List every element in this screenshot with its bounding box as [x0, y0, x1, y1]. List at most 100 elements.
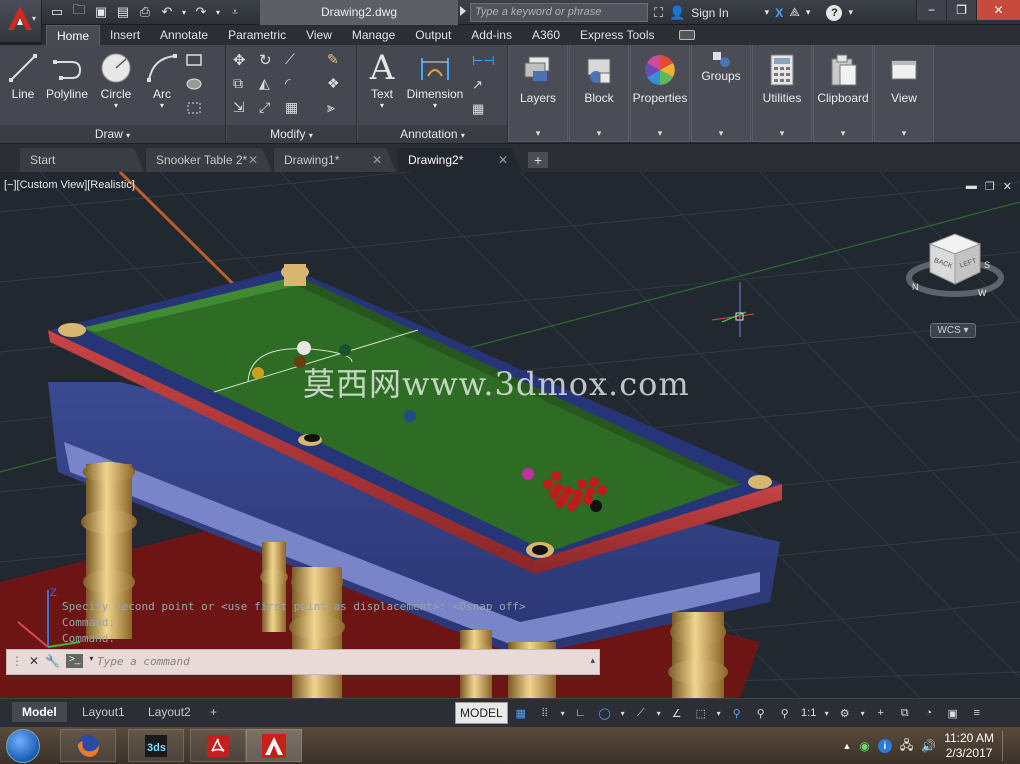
viewport-minimize-icon[interactable]: ▬	[966, 180, 977, 193]
fillet-icon[interactable]: ◜	[285, 75, 305, 93]
new-file-icon[interactable]: ▭	[48, 3, 66, 21]
sign-in-button[interactable]: Sign In	[691, 6, 728, 20]
file-tab-drawing2[interactable]: Drawing2* ✕	[398, 148, 522, 172]
object-snap-icon[interactable]: ⬚	[690, 702, 712, 724]
info-icon[interactable]: i	[877, 739, 892, 753]
text-tool[interactable]: A Text ▾	[362, 48, 402, 110]
array-icon[interactable]: ▦	[285, 99, 305, 117]
annotation-scale[interactable]: 1:1	[798, 702, 820, 724]
utilities-panel[interactable]: Utilities ▾	[752, 45, 812, 142]
minimize-button[interactable]: −	[916, 0, 946, 20]
object-snap-dropdown-icon[interactable]: ▾	[714, 702, 724, 724]
circle-tool[interactable]: Circle ▾	[96, 49, 136, 110]
command-close-icon[interactable]: ✕	[29, 654, 39, 668]
command-line[interactable]: ⋮ ✕ 🔧 >_ ▾ Type a command ▴	[6, 649, 600, 675]
tab-home[interactable]: Home	[46, 25, 101, 45]
close-tab-icon[interactable]: ✕	[372, 148, 382, 172]
help-icon[interactable]: ?	[826, 4, 843, 21]
customize-qat-icon[interactable]: ⩡	[226, 3, 244, 21]
open-folder-icon[interactable]: 🗀	[70, 2, 88, 21]
tab-view[interactable]: View	[296, 25, 342, 45]
draw-panel-title[interactable]: Draw	[95, 127, 123, 141]
layout-tab-model[interactable]: Model	[12, 702, 67, 722]
isolate-objects-icon[interactable]: ⧉	[894, 702, 916, 724]
tab-a360[interactable]: A360	[522, 25, 570, 45]
groups-panel[interactable]: Groups ▾	[691, 45, 751, 142]
network-icon[interactable]: 🖧	[900, 736, 913, 757]
new-layout-button[interactable]: +	[200, 702, 227, 722]
tray-show-hidden-icon[interactable]: ▲	[842, 741, 851, 751]
taskbar-acrobat[interactable]	[190, 729, 246, 762]
tab-annotate[interactable]: Annotate	[150, 25, 218, 45]
osnap-dropdown-icon[interactable]: ▾	[654, 702, 664, 724]
compass-n[interactable]: N	[912, 282, 919, 292]
windows-start-button[interactable]	[6, 729, 40, 763]
dimension-tool[interactable]: Dimension ▾	[404, 49, 466, 110]
application-menu-button[interactable]: ▾	[0, 0, 42, 42]
redo-icon[interactable]: ↷	[192, 3, 210, 21]
save-as-icon[interactable]: ▤	[114, 3, 132, 21]
boundary-icon[interactable]	[186, 101, 206, 119]
rotate-icon[interactable]: ↻	[259, 51, 279, 69]
modify-panel-dropdown-icon[interactable]: ▾	[309, 131, 313, 140]
redo-dropdown-icon[interactable]: ▾	[214, 3, 222, 21]
show-desktop-button[interactable]	[1002, 731, 1012, 761]
search-expand-icon[interactable]	[460, 6, 466, 16]
move-icon[interactable]: ✥	[233, 51, 253, 69]
add-icon[interactable]: +	[870, 702, 892, 724]
offset-icon[interactable]: ⫸	[327, 99, 347, 117]
draw-panel-dropdown-icon[interactable]: ▾	[126, 131, 130, 140]
help-dropdown-icon[interactable]: ▾	[848, 7, 853, 18]
annotation-panel-title[interactable]: Annotation	[400, 127, 457, 141]
undo-icon[interactable]: ↶	[158, 3, 176, 21]
linear-dim-icon[interactable]: ⊢⊣	[472, 53, 495, 71]
model-space-toggle[interactable]: MODEL	[455, 702, 508, 724]
tab-parametric[interactable]: Parametric	[218, 25, 296, 45]
search-binoculars-icon[interactable]: ⛶	[654, 5, 663, 21]
plot-icon[interactable]: ⎙	[136, 3, 154, 21]
leader-icon[interactable]: ↗	[472, 77, 492, 95]
trim-icon[interactable]: ⟋	[285, 51, 305, 69]
text-dropdown-icon[interactable]: ▾	[362, 101, 402, 110]
annotation-panel-dropdown-icon[interactable]: ▾	[461, 131, 465, 140]
annotation-scale-icon[interactable]: ⚲	[774, 702, 796, 724]
tab-manage[interactable]: Manage	[342, 25, 405, 45]
arc-tool[interactable]: Arc ▾	[142, 49, 182, 110]
tab-express-tools[interactable]: Express Tools	[570, 25, 664, 45]
command-customize-icon[interactable]: 🔧	[45, 654, 60, 668]
block-panel[interactable]: Block ▾	[569, 45, 629, 142]
system-clock[interactable]: 11:20 AM 2/3/2017	[944, 731, 994, 761]
wcs-menu[interactable]: WCS ▾	[930, 323, 976, 338]
circle-dropdown-icon[interactable]: ▾	[96, 101, 136, 110]
clipboard-panel[interactable]: Clipboard ▾	[813, 45, 873, 142]
workspace-dropdown-icon[interactable]: ▾	[858, 702, 868, 724]
copy-icon[interactable]: ⧉	[233, 75, 253, 93]
close-button[interactable]: ✕	[976, 0, 1020, 20]
exchange-apps-icon[interactable]: X	[775, 6, 783, 20]
hatch-icon[interactable]	[186, 77, 206, 95]
modify-panel-title[interactable]: Modify	[270, 127, 305, 141]
ribbon-minimize-icon[interactable]	[678, 30, 695, 40]
search-input[interactable]: Type a keyword or phrase	[470, 3, 648, 22]
scale-icon[interactable]: ⤢	[259, 99, 279, 117]
annotation-visibility-icon[interactable]: ⚲	[726, 702, 748, 724]
compass-w[interactable]: W	[978, 288, 987, 298]
user-icon[interactable]: 👤	[669, 5, 685, 21]
drawing-viewport[interactable]: Z BACK LEFT N W S [−][Custom View][Reali…	[0, 172, 1020, 698]
a360-dropdown-icon[interactable]: ▾	[806, 7, 811, 18]
file-tab-drawing1[interactable]: Drawing1* ✕	[274, 148, 396, 172]
mirror-icon[interactable]: ◭	[259, 75, 279, 93]
viewport-close-icon[interactable]: ✕	[1003, 180, 1012, 193]
polyline-tool[interactable]: Polyline	[44, 49, 90, 101]
properties-panel[interactable]: Properties ▾	[630, 45, 690, 142]
volume-icon[interactable]: 🔊	[921, 739, 936, 753]
hardware-acceleration-icon[interactable]: ◔	[918, 702, 940, 724]
arc-dropdown-icon[interactable]: ▾	[142, 101, 182, 110]
line-tool[interactable]: Line	[6, 49, 40, 101]
dimension-dropdown-icon[interactable]: ▾	[404, 101, 466, 110]
layers-panel[interactable]: Layers ▾	[508, 45, 568, 142]
erase-icon[interactable]: ✎	[327, 51, 347, 69]
undo-dropdown-icon[interactable]: ▾	[180, 3, 188, 21]
taskbar-firefox[interactable]	[60, 729, 116, 762]
view-panel[interactable]: View ▾	[874, 45, 934, 142]
